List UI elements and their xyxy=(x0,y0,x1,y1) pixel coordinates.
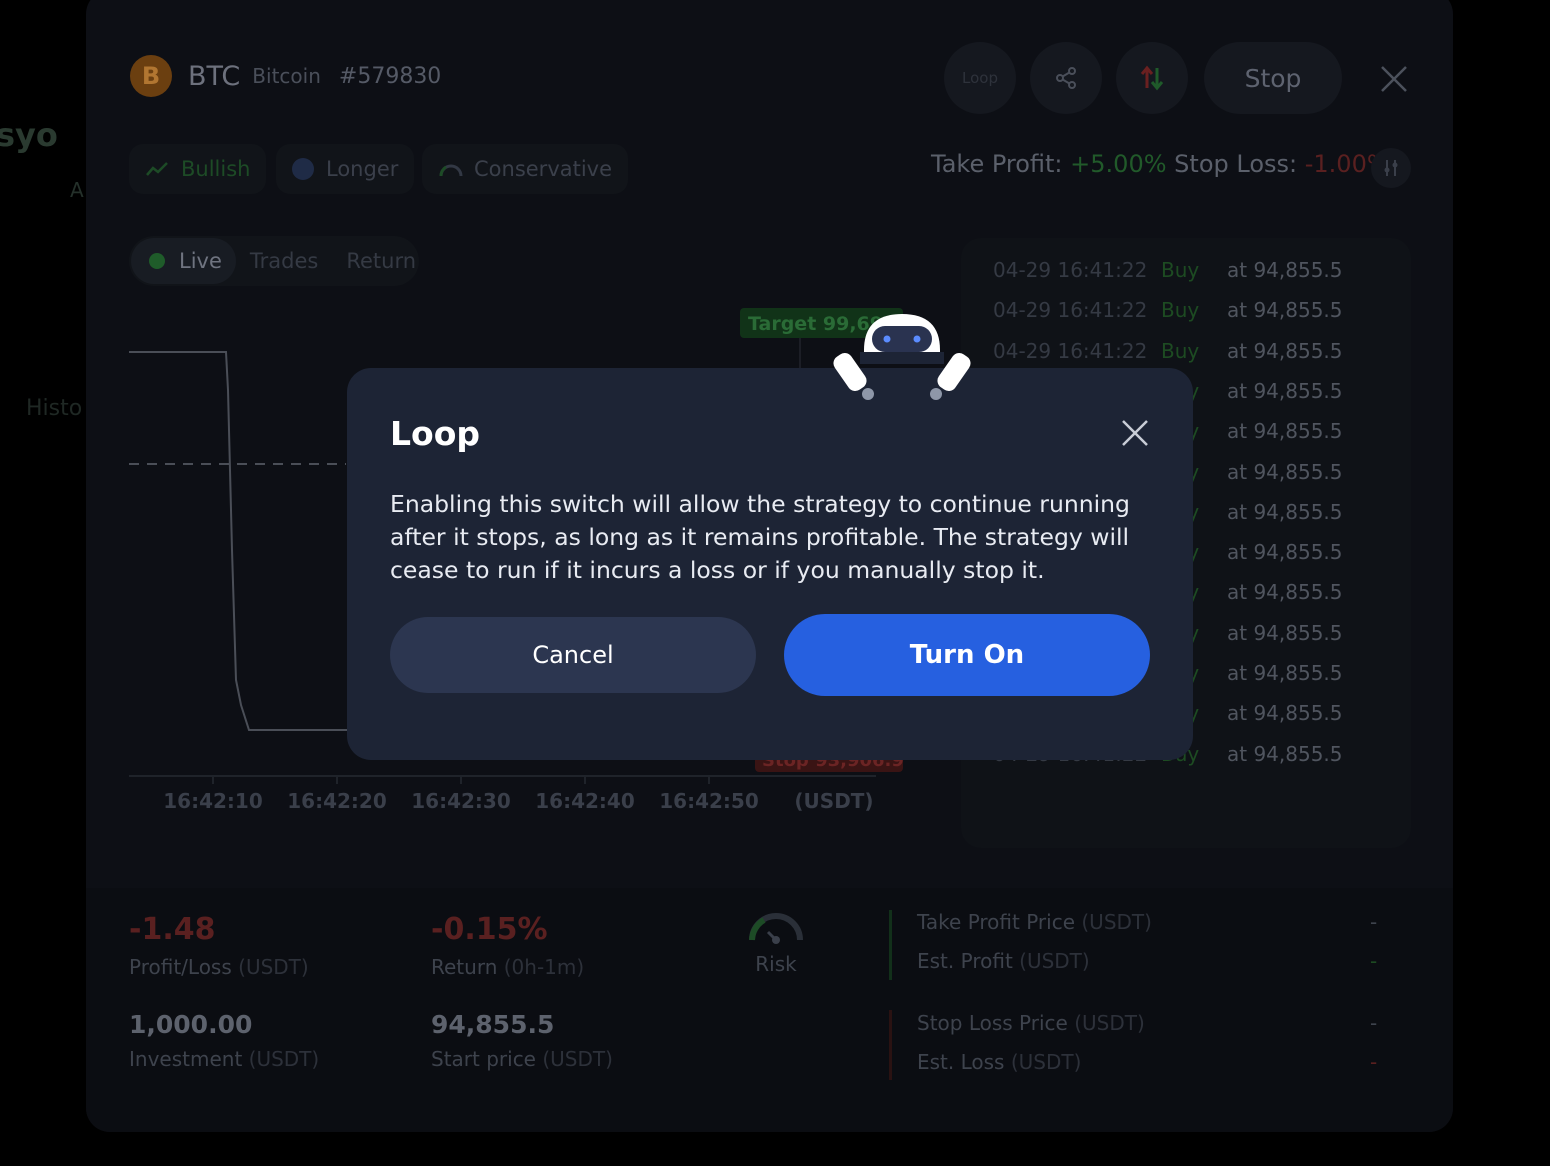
est-profit-label: Est. Profit xyxy=(917,949,1013,973)
est-loss-value: - xyxy=(1370,1050,1378,1074)
x-axis-tick-label: 16:42:50 xyxy=(659,789,759,813)
tp-price-unit: (USDT) xyxy=(1081,910,1152,934)
trade-side: Buy xyxy=(1161,338,1200,363)
est-profit-unit: (USDT) xyxy=(1019,949,1090,973)
investment-unit: (USDT) xyxy=(248,1047,320,1071)
est-loss-unit: (USDT) xyxy=(1010,1050,1082,1074)
x-axis-tick-label: 16:42:30 xyxy=(411,789,511,813)
trade-price: at 94,855.5 xyxy=(1227,540,1343,565)
stat-profit-loss: -1.48 Profit/Loss (USDT) xyxy=(129,912,309,979)
stat-start-price: 94,855.5 Start price (USDT) xyxy=(431,1010,613,1071)
tp-price-value: - xyxy=(1370,910,1378,934)
trade-price: at 94,855.5 xyxy=(1227,378,1343,403)
investment-label: Investment xyxy=(129,1047,243,1071)
est-profit-row: Est. Profit (USDT) xyxy=(917,949,1090,973)
sl-price-unit: (USDT) xyxy=(1074,1011,1145,1035)
est-loss-row: Est. Loss (USDT) xyxy=(917,1050,1081,1074)
close-icon[interactable] xyxy=(1119,417,1151,449)
share-icon xyxy=(1056,67,1076,89)
sliders-icon xyxy=(1384,160,1398,176)
take-profit-value: +5.00% xyxy=(1070,150,1167,178)
stat-return: -0.15% Return (0h-1m) xyxy=(431,912,584,979)
robot-mascot-icon xyxy=(833,314,971,400)
profit-loss-label: Profit/Loss xyxy=(129,955,232,979)
stop-button[interactable]: Stop xyxy=(1204,42,1342,114)
stat-investment: 1,000.00 Investment (USDT) xyxy=(129,1010,319,1071)
trade-side: Buy xyxy=(1161,298,1200,323)
dialog-message: Enabling this switch will allow the stra… xyxy=(390,490,1130,584)
share-button[interactable] xyxy=(1030,42,1102,114)
start-price-value: 94,855.5 xyxy=(431,1010,555,1039)
trade-price: at 94,855.5 xyxy=(1227,258,1343,282)
stop-loss-divider xyxy=(889,1010,892,1080)
risk-gauge-icon xyxy=(749,913,803,944)
swap-arrows-icon xyxy=(1140,65,1164,91)
loop-dialog: Loop Enabling this switch will allow the… xyxy=(347,368,1193,760)
return-label: Return xyxy=(431,955,498,979)
x-axis-tick-label: 16:42:40 xyxy=(535,789,635,813)
axis-unit-label: (USDT) xyxy=(794,789,873,813)
cancel-button[interactable]: Cancel xyxy=(390,617,756,693)
trade-side: Buy xyxy=(1161,258,1200,282)
trade-price: at 94,855.5 xyxy=(1227,499,1343,524)
background-page-subtext: A xyxy=(70,178,84,202)
sl-price-value: - xyxy=(1370,1011,1378,1035)
tp-price-label: Take Profit Price xyxy=(917,910,1076,934)
start-price-unit: (USDT) xyxy=(542,1047,613,1071)
trade-row: 04-29 16:41:22 Buy at 94,855.5 xyxy=(993,258,1343,282)
reverse-button[interactable] xyxy=(1116,42,1188,114)
return-unit: (0h-1m) xyxy=(503,955,585,979)
sl-price-label: Stop Loss Price xyxy=(917,1011,1068,1035)
x-axis-tick-label: 16:42:20 xyxy=(287,789,387,813)
background-page-title: syo xyxy=(0,116,58,154)
close-icon[interactable] xyxy=(1379,64,1409,94)
trade-price: at 94,855.5 xyxy=(1227,701,1343,726)
return-value: -0.15% xyxy=(431,912,548,947)
tp-sl-summary: Take Profit: +5.00% Stop Loss: -1.00% xyxy=(931,150,1390,178)
x-axis-ticks: 16:42:10 16:42:20 16:42:30 16:42:40 16:42:50… xyxy=(163,776,874,813)
trade-price: at 94,855.5 xyxy=(1227,741,1343,766)
est-loss-label: Est. Loss xyxy=(917,1050,1005,1074)
stats-section: -1.48 Profit/Loss (USDT) -0.15% Return (… xyxy=(86,888,1453,1132)
trade-time: 04-29 16:41:22 xyxy=(993,298,1148,323)
take-profit-divider xyxy=(889,910,892,980)
risk-label: Risk xyxy=(755,952,797,976)
trade-price: at 94,855.5 xyxy=(1227,620,1343,645)
profit-loss-value: -1.48 xyxy=(129,912,216,947)
trade-time: 04-29 16:41:22 xyxy=(993,338,1148,363)
stat-risk: Risk xyxy=(746,908,806,976)
background-history-link: Histo xyxy=(26,396,83,421)
tpsl-settings-button[interactable] xyxy=(1371,148,1411,188)
trade-row: 04-29 16:41:22 Buy at 94,855.5 xyxy=(993,339,1343,363)
stop-loss-label: Stop Loss: xyxy=(1174,150,1298,178)
sl-price-row: Stop Loss Price (USDT) xyxy=(917,1011,1145,1035)
x-axis-tick-label: 16:42:10 xyxy=(163,789,263,813)
trade-price: at 94,855.5 xyxy=(1227,298,1343,323)
trade-price: at 94,855.5 xyxy=(1227,419,1343,444)
trade-price: at 94,855.5 xyxy=(1227,580,1343,605)
trade-time: 04-29 16:41:22 xyxy=(993,258,1148,282)
est-profit-value: - xyxy=(1370,949,1378,973)
start-price-label: Start price xyxy=(431,1047,536,1071)
trade-price: at 94,855.5 xyxy=(1227,661,1343,685)
investment-value: 1,000.00 xyxy=(129,1010,253,1039)
profit-loss-unit: (USDT) xyxy=(238,955,309,979)
trade-row: 04-29 16:41:22 Buy at 94,855.5 xyxy=(993,298,1343,322)
trade-price: at 94,855.5 xyxy=(1227,338,1343,363)
dialog-title: Loop xyxy=(390,414,480,453)
turn-on-button[interactable]: Turn On xyxy=(784,614,1150,696)
trade-price: at 94,855.5 xyxy=(1227,459,1343,484)
tp-price-row: Take Profit Price (USDT) xyxy=(917,910,1152,934)
